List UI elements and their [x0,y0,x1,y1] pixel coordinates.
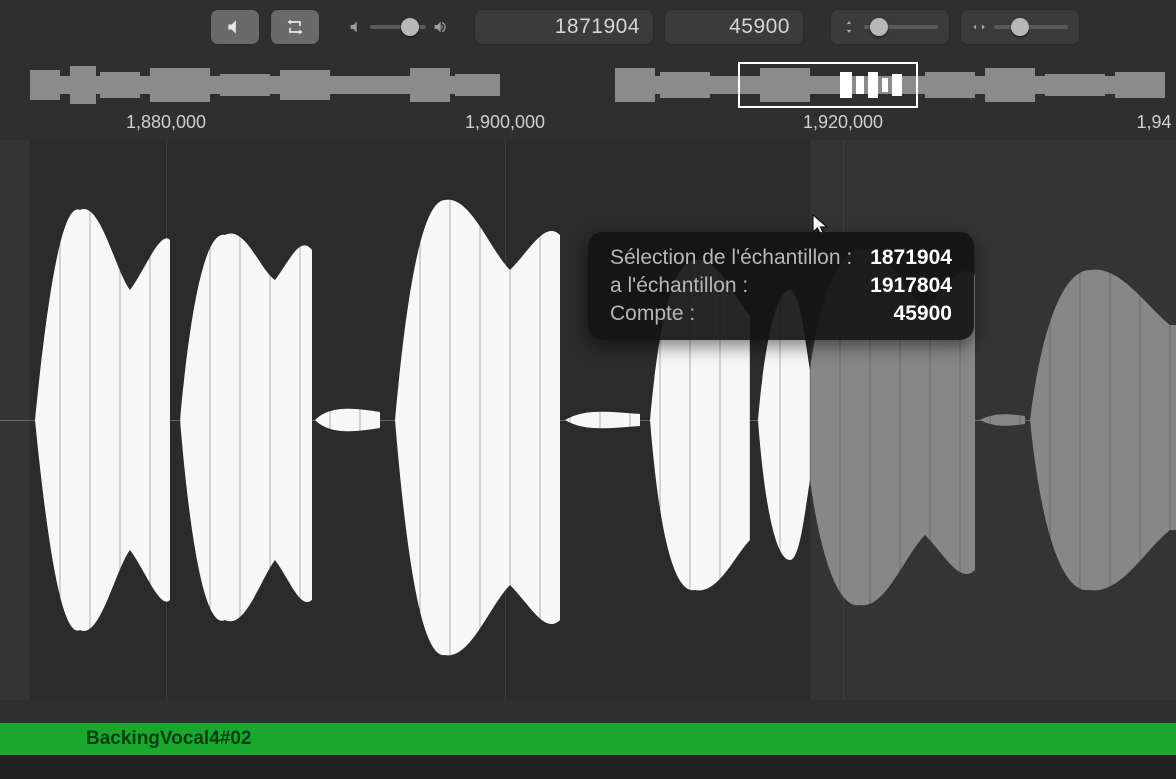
tooltip-label: Sélection de l'échantillon : [610,246,852,270]
volume-high-icon [432,19,448,35]
toolbar: 1871904 45900 [0,6,1176,48]
vertical-zoom-slider[interactable] [830,9,950,45]
selection-tooltip: Sélection de l'échantillon : 1871904 a l… [588,232,974,340]
sample-count-field[interactable]: 45900 [664,9,804,45]
tooltip-value: 1871904 [870,246,952,270]
sample-position-field[interactable]: 1871904 [474,9,654,45]
tooltip-label: Compte : [610,302,695,326]
track-name-label: BackingVocal4#02 [86,728,251,750]
volume-slider[interactable] [348,9,448,45]
waveform-area[interactable] [0,140,1176,700]
mute-toggle-button[interactable] [210,9,260,45]
waveform-overview[interactable] [0,58,1176,112]
tooltip-value: 45900 [894,302,952,326]
arrows-horizontal-icon [972,20,986,34]
horizontal-zoom-slider[interactable] [960,9,1080,45]
ruler-tick-label: 1,94 [1136,112,1171,132]
volume-low-icon [348,19,364,35]
arrows-vertical-icon [842,20,856,34]
timeline-ruler[interactable]: 1,880,000 1,900,000 1,920,000 1,94 [0,112,1176,140]
tooltip-value: 1917804 [870,274,952,298]
audio-editor: { "toolbar": { "position_value": "187190… [0,0,1176,779]
track-name-bar[interactable]: BackingVocal4#02 [0,723,1176,755]
tooltip-label: a l'échantillon : [610,274,748,298]
waveform-svg [0,140,1176,700]
ruler-tick-label: 1,880,000 [126,112,206,132]
loop-toggle-button[interactable] [270,9,320,45]
loop-icon [285,17,305,37]
ruler-tick-label: 1,900,000 [465,112,545,132]
speaker-icon [225,17,245,37]
ruler-tick-label: 1,920,000 [803,112,883,132]
overview-visible-region[interactable] [738,62,918,108]
bottom-strip [0,755,1176,779]
